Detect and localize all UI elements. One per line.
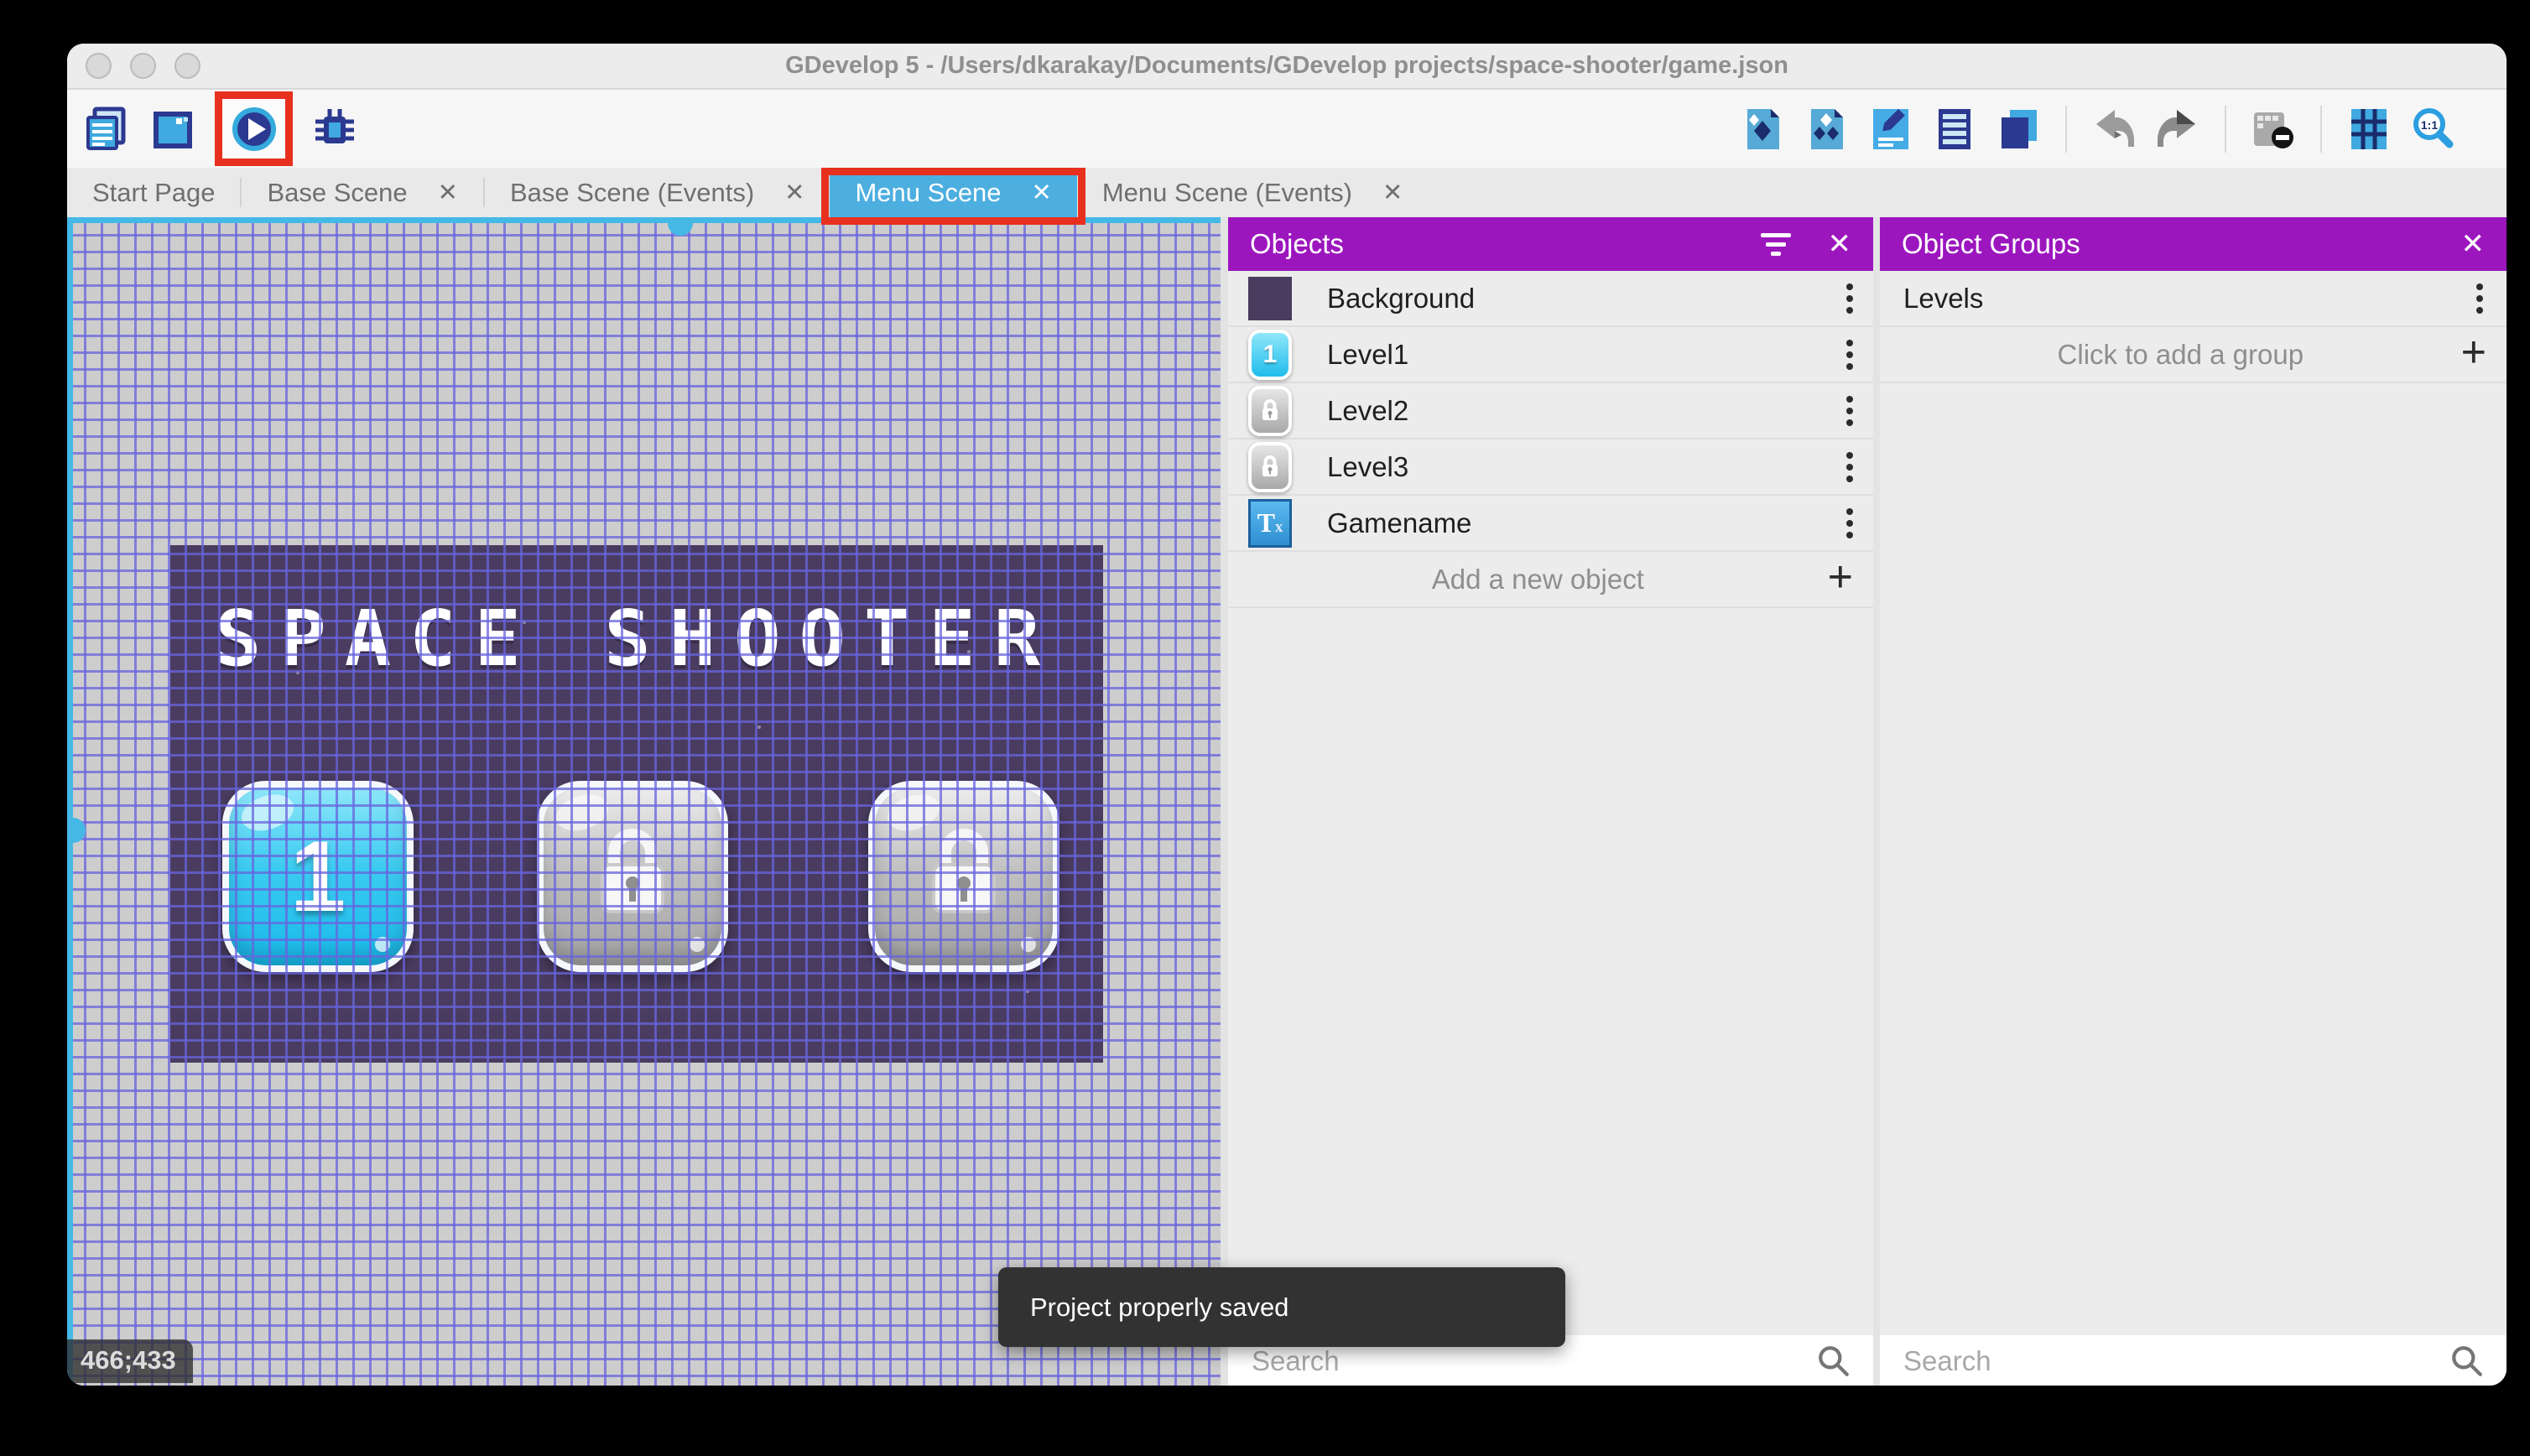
scene-canvas[interactable]: SPACE SHOOTER 1 466;433: [67, 217, 1221, 1386]
level3-thumbnail: [1248, 441, 1292, 492]
tab-start-page[interactable]: Start Page: [67, 168, 240, 217]
object-menu-icon[interactable]: [1846, 337, 1853, 372]
panel-divider[interactable]: [1873, 217, 1880, 1386]
horizontal-scrollbar-thumb[interactable]: [668, 223, 693, 236]
toolbar-right-group: 1:1: [1740, 105, 2456, 153]
horizontal-scrollbar[interactable]: [67, 217, 1221, 223]
tab-label: Base Scene (Events): [509, 177, 755, 207]
grid-icon[interactable]: [2345, 106, 2392, 153]
scenes-icon[interactable]: [149, 106, 196, 153]
gdevelop-window: GDevelop 5 - /Users/dkarakay/Documents/G…: [67, 44, 2507, 1386]
mask-icon[interactable]: [2250, 106, 2297, 153]
scene-background[interactable]: SPACE SHOOTER 1: [170, 545, 1103, 1063]
close-tab-icon[interactable]: ✕: [1032, 178, 1052, 207]
search-icon[interactable]: [1816, 1344, 1851, 1379]
level1-button-object[interactable]: 1: [222, 781, 414, 972]
instances-list-icon[interactable]: [1931, 106, 1978, 153]
add-object-plus-icon[interactable]: +: [1828, 555, 1853, 599]
tab-label: Base Scene: [267, 177, 408, 207]
preview-play-icon[interactable]: [231, 106, 278, 153]
gamename-thumbnail: Tx: [1248, 498, 1292, 548]
debug-icon[interactable]: [311, 106, 358, 153]
main-toolbar: 1:1: [67, 90, 2507, 168]
add-group-row[interactable]: Click to add a group +: [1880, 327, 2507, 383]
level1-thumbnail: 1: [1248, 329, 1292, 380]
panel-divider[interactable]: [1221, 217, 1228, 1386]
zoom-one-to-one-icon[interactable]: 1:1: [2409, 106, 2456, 153]
object-groups-search-bar: [1880, 1335, 2507, 1386]
project-manager-icon[interactable]: [84, 106, 131, 153]
object-row-level1[interactable]: 1 Level1: [1228, 327, 1873, 383]
object-groups-editor-icon[interactable]: [1804, 106, 1851, 153]
lock-icon: [914, 824, 1014, 929]
close-tab-icon[interactable]: ✕: [438, 178, 458, 207]
tab-menu-scene-events[interactable]: Menu Scene (Events) ✕: [1077, 168, 1428, 217]
objects-search-input[interactable]: [1250, 1344, 1816, 1378]
filter-icon[interactable]: [1760, 232, 1791, 256]
toolbar-left-group: [84, 91, 358, 166]
scene-title-text-object[interactable]: SPACE SHOOTER: [170, 594, 1103, 684]
layers-icon[interactable]: [1995, 106, 2042, 153]
tab-menu-scene[interactable]: Menu Scene ✕: [821, 168, 1086, 225]
undo-icon[interactable]: [2090, 106, 2137, 153]
object-row-level3[interactable]: Level3: [1228, 439, 1873, 496]
vertical-scrollbar-thumb[interactable]: [73, 818, 86, 843]
objects-panel-empty-area: [1228, 608, 1873, 1335]
close-tab-icon[interactable]: ✕: [1382, 178, 1403, 207]
group-menu-icon[interactable]: [2476, 281, 2483, 316]
level3-button-object[interactable]: [868, 781, 1059, 972]
lock-icon: [582, 824, 683, 929]
toast-message: Project properly saved: [1030, 1292, 1289, 1322]
object-row-level2[interactable]: Level2: [1228, 383, 1873, 439]
window-title: GDevelop 5 - /Users/dkarakay/Documents/G…: [785, 52, 1788, 79]
tab-label: Menu Scene (Events): [1101, 177, 1352, 207]
object-menu-icon[interactable]: [1846, 281, 1853, 316]
svg-text:1:1: 1:1: [2421, 118, 2438, 132]
object-menu-icon[interactable]: [1846, 506, 1853, 541]
group-row-levels[interactable]: Levels: [1880, 271, 2507, 327]
redo-icon[interactable]: [2154, 106, 2201, 153]
object-menu-icon[interactable]: [1846, 450, 1853, 485]
vertical-scrollbar[interactable]: [67, 217, 73, 1386]
save-toast: Project properly saved: [998, 1267, 1565, 1347]
close-tab-icon[interactable]: ✕: [784, 178, 804, 207]
screenshot-root: GDevelop 5 - /Users/dkarakay/Documents/G…: [0, 0, 2530, 1456]
properties-icon[interactable]: [1867, 106, 1914, 153]
editor-content: SPACE SHOOTER 1 466;433 Objects ✕ Backgr…: [67, 217, 2507, 1386]
toolbar-separator: [2065, 105, 2067, 153]
object-row-background[interactable]: Background: [1228, 271, 1873, 327]
object-menu-icon[interactable]: [1846, 393, 1853, 429]
toolbar-separator: [2225, 105, 2226, 153]
object-groups-search-input[interactable]: [1902, 1344, 2449, 1378]
object-groups-panel-header: Object Groups ✕: [1880, 217, 2507, 271]
objects-panel-title: Objects: [1250, 228, 1344, 259]
objects-editor-icon[interactable]: [1740, 106, 1787, 153]
cursor-coordinates-badge: 466;433: [67, 1339, 193, 1383]
object-groups-panel: Object Groups ✕ Levels Click to add a gr…: [1880, 217, 2507, 1386]
tab-base-scene[interactable]: Base Scene ✕: [242, 168, 482, 217]
add-group-plus-icon[interactable]: +: [2461, 330, 2486, 374]
objects-panel: Objects ✕ Background 1 Level1 Level2 Lev…: [1228, 217, 1873, 1386]
tab-label: Start Page: [92, 177, 216, 207]
object-groups-empty-area: [1880, 383, 2507, 1335]
object-groups-panel-title: Object Groups: [1902, 228, 2080, 259]
close-panel-icon[interactable]: ✕: [1828, 230, 1852, 258]
objects-panel-header: Objects ✕: [1228, 217, 1873, 271]
level1-number: 1: [289, 820, 346, 933]
title-bar: GDevelop 5 - /Users/dkarakay/Documents/G…: [67, 44, 2507, 90]
scene-tab-bar: Start Page Base Scene ✕ Base Scene (Even…: [67, 168, 2507, 225]
tab-base-scene-events[interactable]: Base Scene (Events) ✕: [485, 168, 830, 217]
tab-label: Menu Scene: [855, 177, 1002, 207]
background-thumbnail: [1248, 276, 1292, 320]
level2-button-object[interactable]: [537, 781, 728, 972]
add-object-row[interactable]: Add a new object +: [1228, 552, 1873, 608]
preview-play-highlight-frame: [215, 91, 293, 166]
level2-thumbnail: [1248, 385, 1292, 436]
object-row-gamename[interactable]: Tx Gamename: [1228, 496, 1873, 552]
close-panel-icon[interactable]: ✕: [2461, 230, 2486, 258]
toolbar-separator: [2320, 105, 2322, 153]
search-icon[interactable]: [2449, 1344, 2485, 1379]
